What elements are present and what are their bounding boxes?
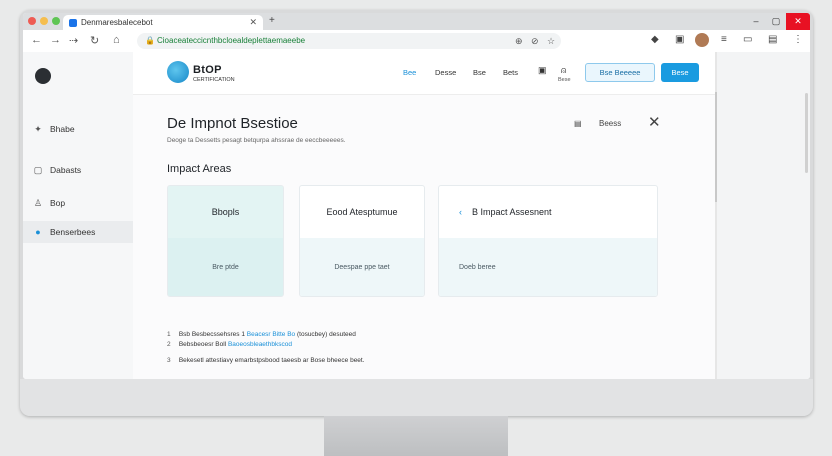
card-title: Bbopls [168, 186, 283, 238]
install-icon[interactable]: ⊕ [515, 33, 523, 49]
scrollbar-thumb[interactable] [715, 92, 717, 202]
list-tail: (tosucbey) desuteed [296, 331, 356, 338]
list-text: Bsb Besbecssehsres 1 [178, 331, 245, 338]
window-controls: – ▢ ✕ [746, 13, 810, 30]
card-title: B Impact Assesnent [472, 207, 552, 217]
list-item: 2 Bebsbeoesr Boll Baoeosbleaethbkscod [167, 341, 292, 348]
menu-icon[interactable]: ⋮ [793, 34, 803, 45]
sidebar-item-4[interactable]: ● Benserbees [23, 221, 133, 243]
edit-icon[interactable]: ▤ [574, 119, 582, 128]
puzzle-icon: ✦ [34, 123, 42, 134]
sidebar-item-label: Bhabe [50, 124, 75, 134]
maximize-dot[interactable] [52, 17, 60, 25]
sidebar-item-label: Dabasts [50, 165, 82, 175]
list-text: Bekesetl attestiavy emarbstpsbood taeesb… [178, 357, 365, 364]
lock-icon: 🔒 [145, 36, 155, 45]
title-bar: Denmaresbalecebot ✕ + – ▢ ✕ [23, 13, 810, 30]
profile-avatar[interactable] [695, 33, 709, 47]
sidebar-item-label: Benserbees [50, 227, 96, 237]
impact-card-1[interactable]: Bbopls Bre ptde [167, 185, 284, 297]
extension-icon[interactable]: ◆ [651, 34, 659, 45]
sidebar-item-2[interactable]: ▢ Dabasts [23, 159, 133, 181]
reading-list-icon[interactable]: ≡ [721, 34, 727, 45]
tab-favicon-icon [69, 18, 77, 27]
share-icon[interactable]: ⇢ [69, 34, 78, 47]
minimize-button[interactable]: – [746, 13, 766, 30]
download-icon[interactable]: ▤ [768, 34, 777, 45]
window-dots [28, 17, 60, 25]
minimize-dot[interactable] [40, 17, 48, 25]
list-item: 3 Bekesetl attestiavy emarbstpsbood taee… [167, 357, 365, 364]
address-bar[interactable]: 🔒 Cioaceateccicnthbcloealdeplettaemaeebe… [137, 33, 561, 49]
browser-tab[interactable]: Denmaresbalecebot ✕ [63, 15, 263, 30]
nav-item-4[interactable]: Bets [503, 68, 518, 77]
monitor-chin [20, 379, 813, 416]
chevron-left-icon: ‹ [459, 207, 462, 217]
list-number: 1 [167, 331, 171, 338]
close-icon[interactable]: ✕ [648, 113, 661, 131]
close-window-button[interactable]: ✕ [786, 13, 810, 30]
bell-icon[interactable]: ⍝ [561, 65, 566, 76]
new-tab-button[interactable]: + [269, 15, 275, 26]
url-text: Cioaceateccicnthbcloealdeplettaemaeebe [157, 36, 306, 45]
page-title: De Impnot Bsestioe [167, 115, 298, 132]
list-link[interactable]: Beacesr Bitte Bo [247, 331, 295, 338]
list-item: 1 Bsb Besbecssehsres 1 Beacesr Bitte Bo … [167, 331, 356, 338]
card-subtitle: Doeb beree [439, 238, 657, 296]
document-icon: ▢ [33, 164, 43, 175]
tool-label[interactable]: Beess [599, 119, 621, 128]
circle-icon: ● [35, 227, 41, 237]
sidebar-item-3[interactable]: ♙ Bop [23, 192, 133, 214]
tab-title: Denmaresbalecebot [81, 18, 153, 27]
impact-card-2[interactable]: Eood Atesptumue Deespae ppe taet [299, 185, 425, 297]
star-icon[interactable]: ☆ [547, 33, 555, 49]
app-header: BtOP CERTIFICATION Bee Desse Bse Bets ▣ … [133, 52, 715, 94]
browser-toolbar: ← → ⇢ ↻ ⌂ 🔒 Cioaceateccicnthbcloealdeple… [23, 30, 810, 53]
main-content: De Impnot Bsestioe Deoge ta Dessetts pes… [133, 94, 715, 379]
section-title: Impact Areas [167, 163, 232, 175]
screen-icon[interactable]: ▭ [743, 34, 752, 45]
nav-item-2[interactable]: Desse [435, 68, 456, 77]
app-sidebar: ✦ Bhabe ▢ Dabasts ♙ Bop ● Benserbees [23, 52, 134, 379]
secondary-button[interactable]: Bse Beeeee [585, 63, 655, 82]
bell-label: Bese [558, 77, 571, 83]
brand-subtitle: CERTIFICATION [193, 77, 235, 83]
card-subtitle: Bre ptde [168, 238, 283, 296]
home-icon[interactable]: ⌂ [113, 34, 120, 46]
brand-name: BtOP [193, 64, 222, 76]
card-title: Eood Atesptumue [326, 207, 398, 217]
sidebar-item-1[interactable]: ✦ Bhabe [23, 118, 133, 140]
primary-button[interactable]: Bese [661, 63, 699, 82]
right-gutter [715, 52, 810, 379]
puzzle-ext-icon[interactable]: ▣ [675, 34, 684, 45]
translate-icon[interactable]: ⊘ [531, 33, 539, 49]
reload-icon[interactable]: ↻ [90, 34, 99, 47]
back-icon[interactable]: ← [31, 34, 42, 46]
sidebar-item-label: Bop [50, 198, 66, 208]
monitor-stand [324, 416, 508, 456]
close-dot[interactable] [28, 17, 36, 25]
list-number: 2 [167, 341, 171, 348]
outer-scrollbar-thumb[interactable] [805, 93, 808, 173]
maximize-button[interactable]: ▢ [766, 13, 786, 30]
user-icon: ♙ [33, 197, 43, 208]
list-text: Bebsbeoesr Boll [178, 341, 227, 348]
list-link[interactable]: Baoeosbleaethbkscod [228, 341, 292, 348]
nav-item-1[interactable]: Bee [403, 68, 416, 77]
card-subtitle: Deespae ppe taet [300, 238, 424, 296]
tab-close-icon[interactable]: ✕ [249, 17, 257, 28]
brand-logo-icon[interactable] [167, 61, 189, 83]
app-logo-icon[interactable] [35, 68, 51, 84]
list-number: 3 [167, 357, 171, 364]
impact-card-3[interactable]: ‹ B Impact Assesnent Doeb beree [438, 185, 658, 297]
page-subtitle: Deoge ta Dessetts pesagt betqurpa ahssra… [167, 137, 346, 144]
nav-item-3[interactable]: Bse [473, 68, 486, 77]
card-header: ‹ B Impact Assesnent [439, 186, 657, 238]
browser-window: Denmaresbalecebot ✕ + – ▢ ✕ ← → ⇢ ↻ ⌂ 🔒 … [23, 13, 810, 379]
calendar-icon[interactable]: ▣ [538, 65, 547, 76]
forward-icon[interactable]: → [50, 34, 61, 46]
